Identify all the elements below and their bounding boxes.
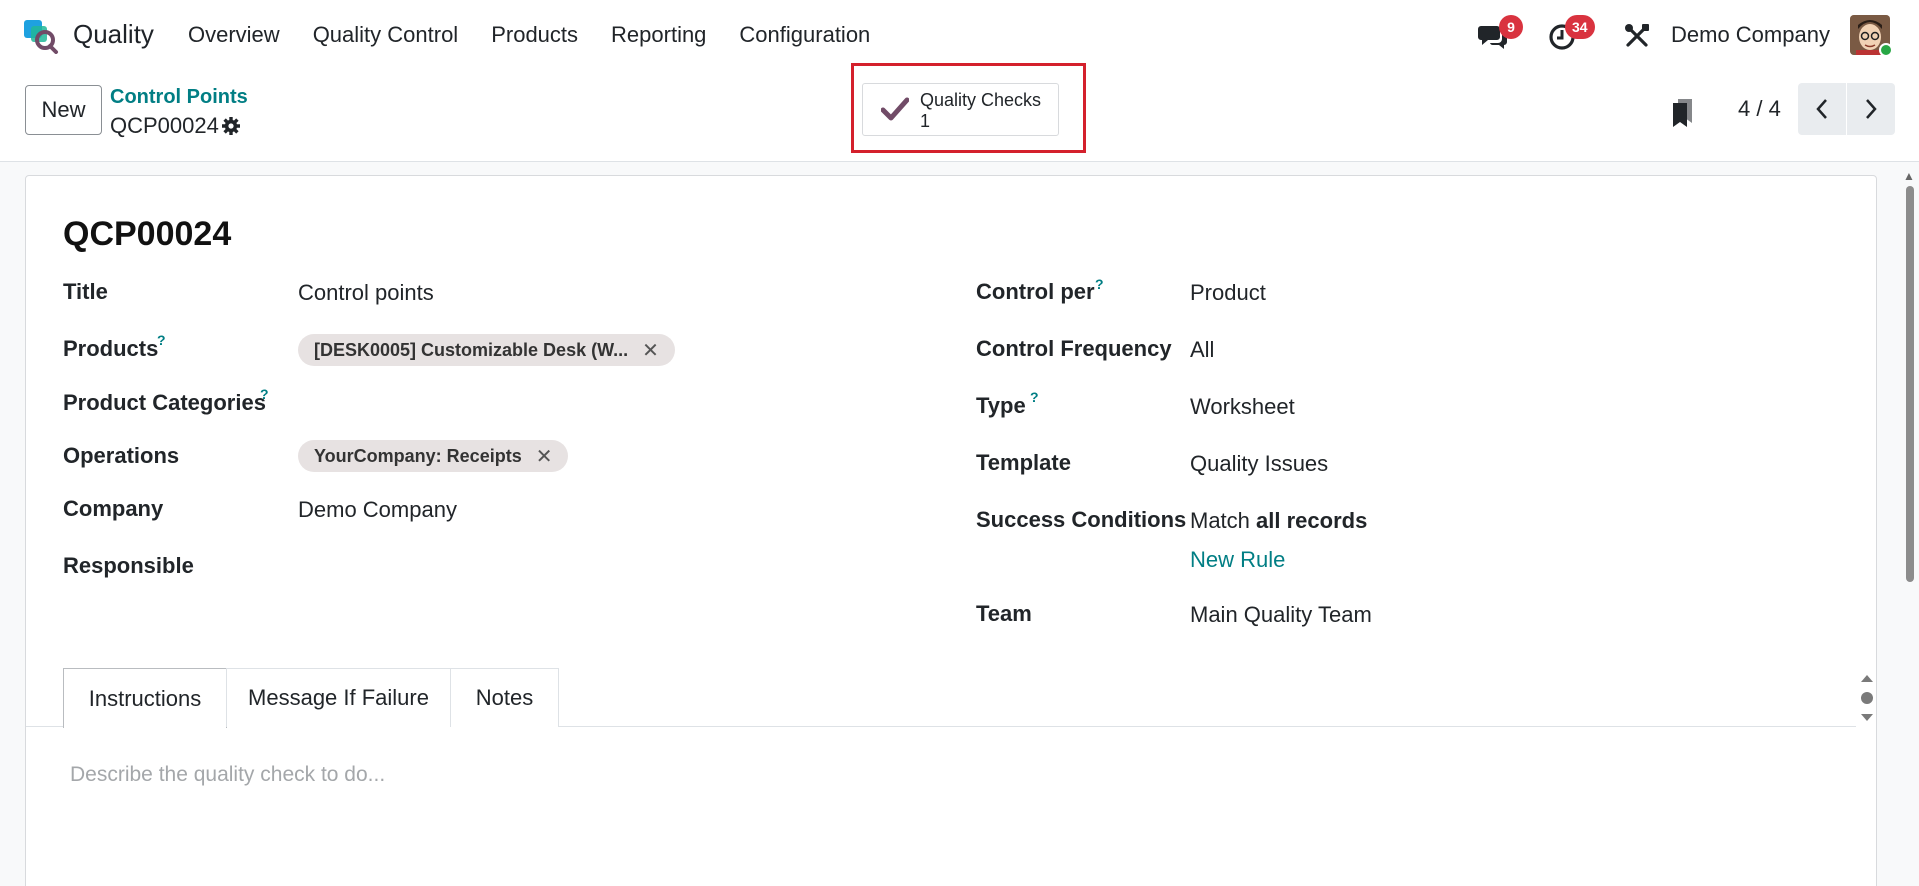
product-categories-label: Product Categories [63, 390, 266, 415]
success-domain: all records [1256, 508, 1368, 533]
online-status-dot [1879, 43, 1893, 57]
menu-quality-control[interactable]: Quality Control [313, 22, 459, 48]
breadcrumb-control-points[interactable]: Control Points [110, 86, 248, 109]
chevron-left-icon [1816, 99, 1827, 119]
team-label: Team [976, 601, 1032, 626]
remove-tag-icon[interactable]: ✕ [642, 338, 659, 363]
chevron-right-icon [1866, 99, 1877, 119]
operations-tag-label: YourCompany: Receipts [314, 445, 522, 466]
company-switcher[interactable]: Demo Company [1671, 22, 1830, 48]
type-label: Type [976, 393, 1026, 418]
top-navbar: Quality Overview Quality Control Product… [0, 0, 1919, 72]
type-help-icon[interactable]: ? [1030, 389, 1039, 405]
products-label: Products [63, 336, 159, 361]
team-field[interactable]: Main Quality Team [1190, 602, 1372, 628]
type-field[interactable]: Worksheet [1190, 394, 1295, 420]
tab-instructions[interactable]: Instructions [63, 668, 227, 728]
operations-tag[interactable]: YourCompany: Receipts ✕ [298, 440, 569, 472]
new-rule-link[interactable]: New Rule [1190, 547, 1285, 573]
company-label: Company [63, 496, 164, 521]
pager-previous-button[interactable] [1798, 83, 1846, 135]
products-tag[interactable]: [DESK0005] Customizable Desk (W... ✕ [298, 334, 675, 366]
smart-button-label: Quality Checks [920, 90, 1042, 110]
instructions-editor[interactable]: Describe the quality check to do... [70, 763, 385, 787]
page-scrollbar[interactable] [1906, 186, 1914, 582]
main-menu: Overview Quality Control Products Report… [188, 22, 903, 48]
quality-checks-smart-button[interactable]: Quality Checks 1 [862, 83, 1059, 136]
quality-app-icon[interactable] [22, 18, 60, 54]
tools-icon[interactable] [1623, 22, 1651, 50]
products-help-icon[interactable]: ? [157, 332, 166, 348]
activities-badge: 34 [1565, 15, 1595, 39]
control-frequency-field[interactable]: All [1190, 337, 1214, 363]
smart-button-count: 1 [920, 111, 931, 131]
app-name[interactable]: Quality [73, 19, 154, 50]
scroll-up-arrow-icon[interactable]: ▲ [1903, 169, 1915, 183]
products-tag-label: [DESK0005] Customizable Desk (W... [314, 339, 629, 360]
gear-icon[interactable] [221, 116, 241, 136]
responsible-field[interactable] [298, 553, 698, 581]
categories-help-icon[interactable]: ? [260, 386, 269, 402]
success-conditions-field[interactable]: Match all records [1190, 508, 1367, 534]
control-panel: New Control Points QCP00024 Quality Chec… [0, 63, 1919, 162]
bookmark-icon[interactable] [1671, 97, 1695, 127]
title-field[interactable]: Control points [298, 280, 434, 306]
operations-label: Operations [63, 443, 180, 468]
control-frequency-label: Control Frequency [976, 336, 1172, 361]
control-per-help-icon[interactable]: ? [1095, 276, 1104, 292]
responsible-label: Responsible [63, 553, 194, 578]
breadcrumb-current-record: QCP00024 [110, 113, 219, 138]
check-icon [881, 97, 909, 121]
menu-products[interactable]: Products [491, 22, 578, 48]
pager-next-button[interactable] [1847, 83, 1895, 135]
tab-notes[interactable]: Notes [450, 668, 559, 727]
pager-value[interactable]: 4 / 4 [1738, 96, 1781, 122]
record-title: QCP00024 [63, 215, 232, 253]
title-label: Title [63, 279, 108, 304]
template-label: Template [976, 450, 1071, 475]
success-prefix: Match [1190, 508, 1250, 533]
company-field[interactable]: Demo Company [298, 497, 457, 523]
scroll-handle-icon[interactable] [1857, 672, 1877, 724]
menu-reporting[interactable]: Reporting [611, 22, 706, 48]
new-button[interactable]: New [25, 85, 102, 135]
messages-badge: 9 [1499, 15, 1523, 39]
template-field[interactable]: Quality Issues [1190, 451, 1328, 477]
remove-tag-icon[interactable]: ✕ [536, 444, 553, 469]
control-per-label: Control per [976, 279, 1095, 304]
success-conditions-label: Success Conditions [976, 507, 1187, 532]
tab-message-if-failure[interactable]: Message If Failure [226, 668, 451, 727]
menu-configuration[interactable]: Configuration [739, 22, 870, 48]
menu-overview[interactable]: Overview [188, 22, 280, 48]
control-per-field[interactable]: Product [1190, 280, 1266, 306]
